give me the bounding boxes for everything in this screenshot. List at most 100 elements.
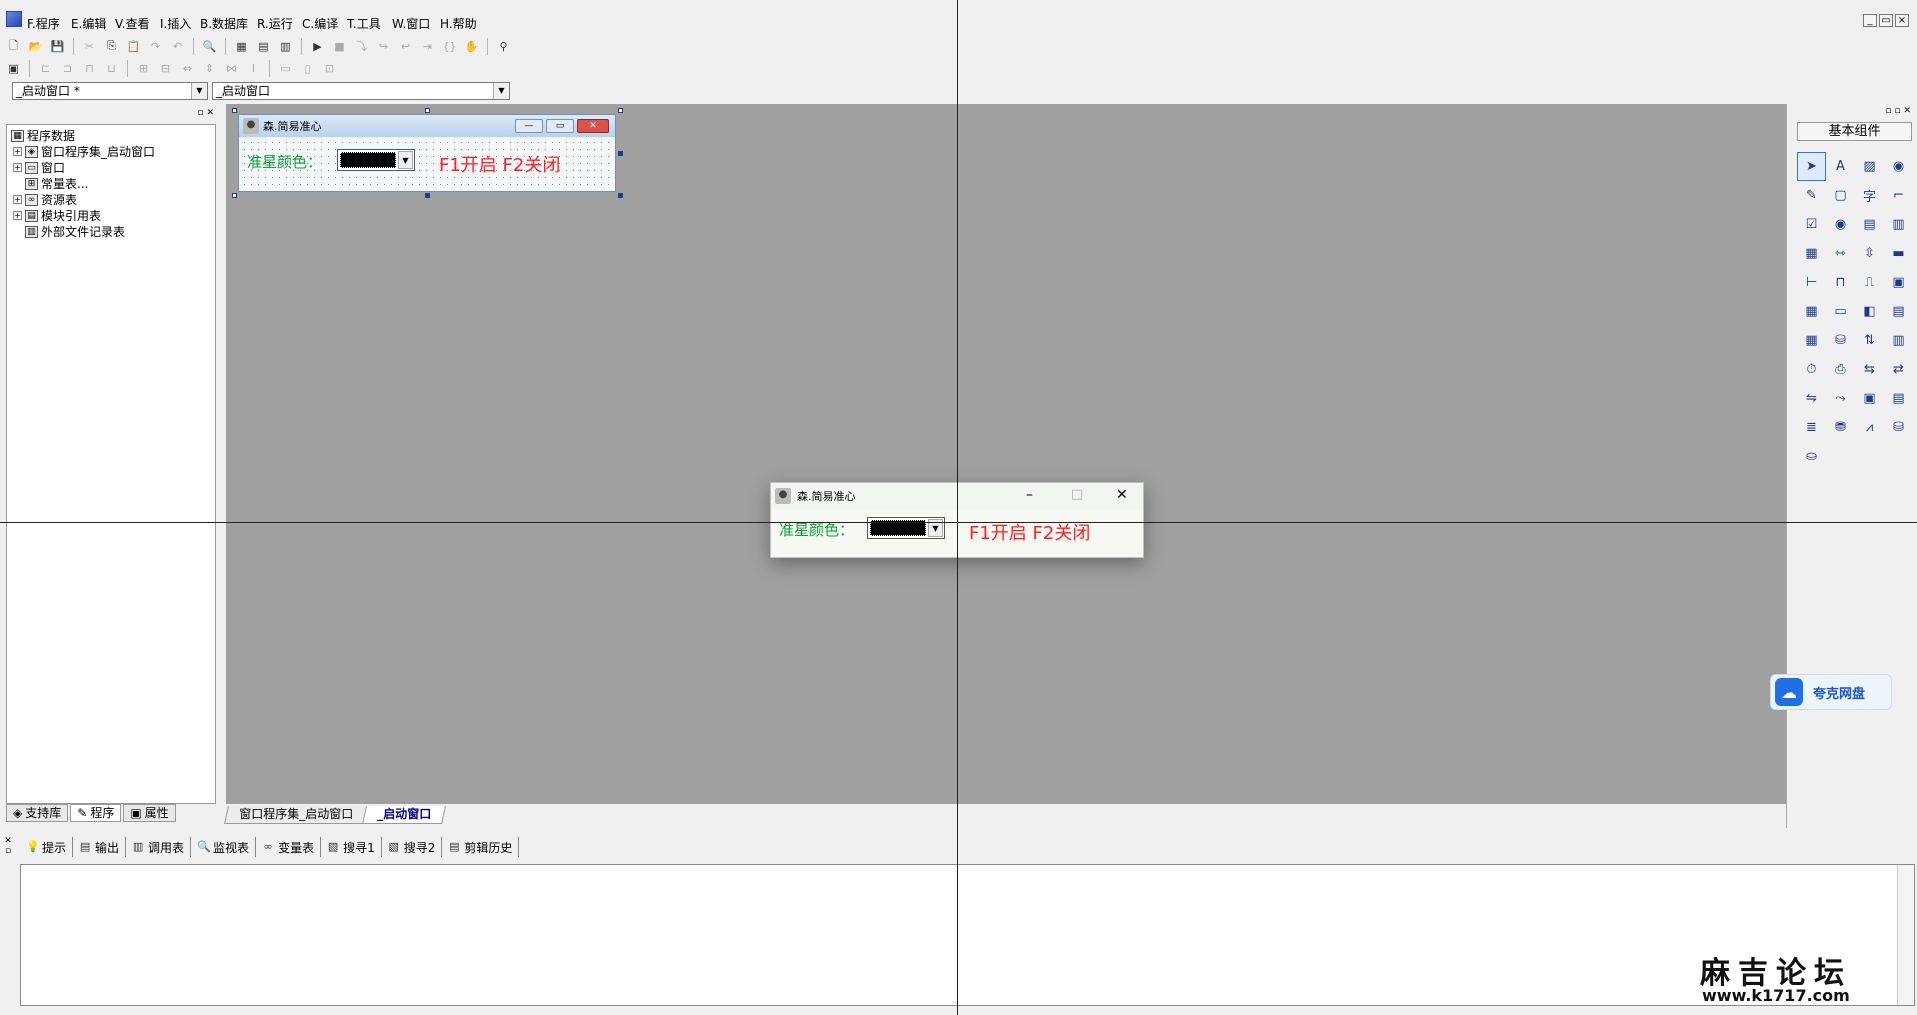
label-icon[interactable]: A	[1826, 152, 1855, 181]
step-cursor-icon[interactable]: ⇥	[418, 37, 437, 56]
tab-startup-window[interactable]: _启动窗口	[362, 806, 446, 824]
paste-icon[interactable]: 📋	[124, 37, 143, 56]
tab-program[interactable]: ✎ 程序	[70, 804, 122, 822]
combobox-icon[interactable]: ▤	[1855, 210, 1884, 239]
size-height-icon[interactable]: ▯	[298, 59, 317, 78]
slider-icon[interactable]: ⊢	[1797, 268, 1826, 297]
spacing-vertical-icon[interactable]: Ⅰ	[244, 59, 263, 78]
mdi-minimize-button[interactable]: _	[1863, 14, 1877, 27]
hotkey-hint-label[interactable]: F1开启 F2关闭	[439, 151, 560, 177]
tab-window-assembly[interactable]: 窗口程序集_启动窗口	[224, 806, 368, 824]
document-icon[interactable]: ▤	[1884, 297, 1913, 326]
menu-insert[interactable]: I.插入	[160, 15, 191, 32]
resize-handle[interactable]	[618, 151, 623, 156]
menu-run[interactable]: R.运行	[257, 15, 293, 32]
breakpoint-icon[interactable]: {}	[440, 37, 459, 56]
chevron-down-icon[interactable]: ▼	[493, 83, 509, 99]
close-button[interactable]: ✕	[1116, 487, 1128, 503]
resize-handle[interactable]	[618, 193, 623, 198]
calendar-icon[interactable]: ▣	[1884, 268, 1913, 297]
hand-icon[interactable]: ✋	[462, 37, 481, 56]
odbc-icon[interactable]: ⛁	[1884, 413, 1913, 442]
new-file-icon[interactable]: 🗋	[4, 37, 23, 56]
same-width-icon[interactable]: ⇔	[178, 59, 197, 78]
find-icon[interactable]: 🔍	[200, 37, 219, 56]
expand-icon[interactable]: +	[13, 163, 22, 172]
size-width-icon[interactable]: ▭	[276, 59, 295, 78]
layout-two-icon[interactable]: ▤	[254, 37, 273, 56]
menu-compile[interactable]: C.编译	[302, 15, 338, 32]
cloud-drive-widget[interactable]: ☁ 夸克网盘	[1770, 674, 1892, 710]
component-group-header[interactable]: 基本组件	[1797, 122, 1912, 141]
vscroll-icon[interactable]: ⇳	[1855, 239, 1884, 268]
select-list-icon[interactable]: ▦	[1797, 239, 1826, 268]
animation-icon[interactable]: ⎍	[1855, 268, 1884, 297]
form-icon[interactable]: ▣	[4, 59, 23, 78]
resize-handle[interactable]	[232, 193, 237, 198]
spin-icon[interactable]: ⇅	[1855, 326, 1884, 355]
crosshair-color-label[interactable]: 准星颜色：	[247, 151, 322, 172]
odbc-source-icon[interactable]: ⛀	[1797, 442, 1826, 471]
client-icon[interactable]: ⇄	[1884, 355, 1913, 384]
center-horizontal-icon[interactable]: ⊞	[134, 59, 153, 78]
chart-icon[interactable]: ⩘	[1855, 413, 1884, 442]
checkbox-icon[interactable]: ☑	[1797, 210, 1826, 239]
resize-handle[interactable]	[232, 108, 237, 113]
menu-database[interactable]: B.数据库	[200, 15, 248, 32]
tab-clip-history[interactable]: ▤ 剪辑历史	[442, 837, 520, 857]
panel-controls[interactable]: ▫ ▫ ✕	[1886, 106, 1911, 116]
chevron-down-icon[interactable]: ▼	[191, 83, 207, 99]
save-icon[interactable]: 💾	[48, 37, 67, 56]
port-icon[interactable]: ⤳	[1826, 384, 1855, 413]
tab-variables[interactable]: ∞ 变量表	[256, 837, 322, 857]
network-icon[interactable]: ⇆	[1855, 355, 1884, 384]
toolbar-icon[interactable]: ▥	[1884, 326, 1913, 355]
panel-controls[interactable]: ▫ ✕	[197, 108, 214, 118]
align-bottom-icon[interactable]: ⊔	[102, 59, 121, 78]
output-panel-controls[interactable]: ✕ ▫	[2, 836, 14, 856]
align-top-icon[interactable]: ⊓	[80, 59, 99, 78]
design-form[interactable]: 森.简易准心 — ▭ ✕ 准星颜色： ▼ F1开启 F2关闭	[238, 114, 616, 192]
tab-search-2[interactable]: ▧ 搜寻2	[382, 837, 443, 857]
run-icon[interactable]: ▶	[308, 37, 327, 56]
gif-icon[interactable]: ◧	[1855, 297, 1884, 326]
picture-box-icon[interactable]: ▣	[1855, 384, 1884, 413]
center-vertical-icon[interactable]: ⊟	[156, 59, 175, 78]
tree-icon[interactable]: ▤	[1884, 384, 1913, 413]
menu-window[interactable]: W.窗口	[392, 15, 430, 32]
groupbox-icon[interactable]: ▢	[1826, 181, 1855, 210]
output-scrollbar[interactable]	[1897, 865, 1914, 1005]
design-surface[interactable]	[226, 104, 1786, 804]
button-icon[interactable]: ▭	[1826, 297, 1855, 326]
pointer-icon[interactable]: ➤	[1797, 152, 1826, 181]
menu-program[interactable]: F.程序	[27, 15, 60, 32]
resize-handle[interactable]	[618, 108, 623, 113]
stop-icon[interactable]: ■	[330, 37, 349, 56]
size-both-icon[interactable]: ⊡	[320, 59, 339, 78]
output-text-area[interactable]	[20, 864, 1915, 1006]
listbox-icon[interactable]: ▥	[1884, 210, 1913, 239]
spacing-horizontal-icon[interactable]: ⋈	[222, 59, 241, 78]
tree-item-window[interactable]: + ▭ 窗口	[13, 160, 65, 175]
menu-tools[interactable]: T.工具	[347, 15, 381, 32]
progress-icon[interactable]: ▬	[1884, 239, 1913, 268]
align-right-icon[interactable]: ⊐	[58, 59, 77, 78]
image-icon[interactable]: ▨	[1855, 152, 1884, 181]
hscroll-icon[interactable]: ⇿	[1826, 239, 1855, 268]
align-left-icon[interactable]: ⊏	[36, 59, 55, 78]
object-select[interactable]: _启动窗口 * ▼	[12, 82, 208, 100]
undo-icon[interactable]: ↶	[168, 37, 187, 56]
expand-icon[interactable]: +	[13, 211, 22, 220]
menu-help[interactable]: H.帮助	[440, 15, 477, 32]
database-icon[interactable]: ⛁	[1826, 326, 1855, 355]
expand-icon[interactable]: +	[13, 147, 22, 156]
tab-control-icon[interactable]: ⊓	[1826, 268, 1855, 297]
resize-handle[interactable]	[425, 193, 430, 198]
tree-item-window-assembly[interactable]: + ◈ 窗口程序集_启动窗口	[13, 144, 155, 159]
step-out-icon[interactable]: ↩	[396, 37, 415, 56]
tree-root[interactable]: ▦ 程序数据	[11, 128, 75, 143]
tab-output[interactable]: ▤ 输出	[73, 837, 127, 857]
redo-icon[interactable]: ↷	[146, 37, 165, 56]
line-icon[interactable]: ⌐	[1884, 181, 1913, 210]
copy-icon[interactable]: ⎘	[102, 37, 121, 56]
